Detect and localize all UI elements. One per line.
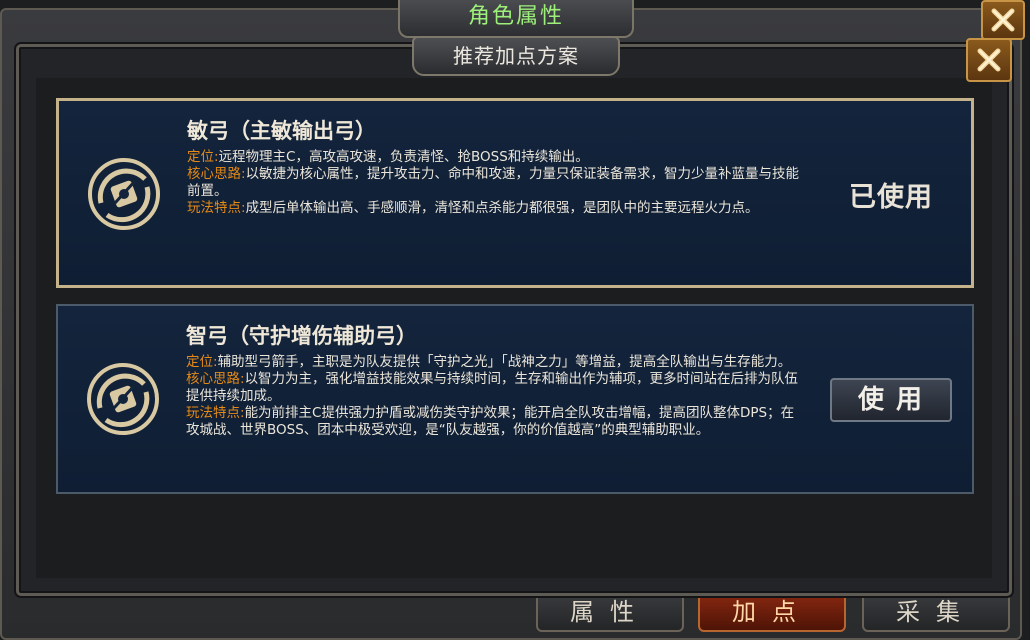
plan-in-use-status: 已使用 (849, 182, 933, 213)
traits-text: 能为前排主C提供强力护盾或减伤类守护效果；能开启全队攻击增幅，提高团队整体DPS… (186, 405, 795, 438)
traits-label: 玩法特点: (187, 200, 246, 216)
dialog-title: 推荐加点方案 (412, 36, 620, 76)
plan-description: 定位:远程物理主C，高攻高攻速，负责清怪、抢BOSS和持续输出。 核心思路:以敏… (187, 149, 807, 217)
core-idea-label: 核心思路: (186, 371, 245, 387)
positioning-label: 定位: (186, 354, 218, 370)
positioning-text: 辅助型弓箭手，主职是为队友提供「守护之光」「战神之力」等增益，提高全队输出与生存… (217, 354, 792, 370)
plan-name: 敏弓（主敏输出弓） (187, 119, 376, 143)
use-plan-button[interactable]: 使用 (830, 378, 952, 422)
traits-label: 玩法特点: (186, 405, 245, 421)
bow-emblem-icon (87, 363, 159, 435)
dialog-close-button[interactable] (966, 38, 1012, 82)
close-icon (991, 8, 1015, 32)
plan-card-intellect-bow[interactable]: 智弓（守护增伤辅助弓） 定位:辅助型弓箭手，主职是为队友提供「守护之光」「战神之… (56, 304, 974, 494)
core-idea-label: 核心思路: (187, 166, 246, 182)
close-icon (977, 48, 1001, 72)
traits-text: 成型后单体输出高、手感顺滑，清怪和点杀能力都很强，是团队中的主要远程火力点。 (245, 200, 759, 216)
game-ui-root: 角色属性 属性 加点 采集 推荐加点方案 敏弓（主敏输出弓） 定位:远程物理主C… (0, 0, 1030, 640)
plan-card-agility-bow[interactable]: 敏弓（主敏输出弓） 定位:远程物理主C，高攻高攻速，负责清怪、抢BOSS和持续输… (56, 98, 974, 288)
positioning-label: 定位: (187, 149, 219, 165)
plan-name: 智弓（守护增伤辅助弓） (186, 324, 417, 348)
core-idea-text: 以敏捷为核心属性，提升攻击力、命中和攻速，力量只保证装备需求，智力少量补蓝量与技… (187, 166, 800, 199)
bow-emblem-icon (88, 158, 160, 230)
outer-close-button[interactable] (981, 0, 1025, 40)
character-attributes-title: 角色属性 (398, 0, 634, 38)
core-idea-text: 以智力为主，强化增益技能效果与持续时间，生存和输出作为辅项，更多时间站在后排为队… (186, 371, 799, 404)
plan-description: 定位:辅助型弓箭手，主职是为队友提供「守护之光」「战神之力」等增益，提高全队输出… (186, 354, 806, 439)
positioning-text: 远程物理主C，高攻高攻速，负责清怪、抢BOSS和持续输出。 (218, 149, 589, 165)
